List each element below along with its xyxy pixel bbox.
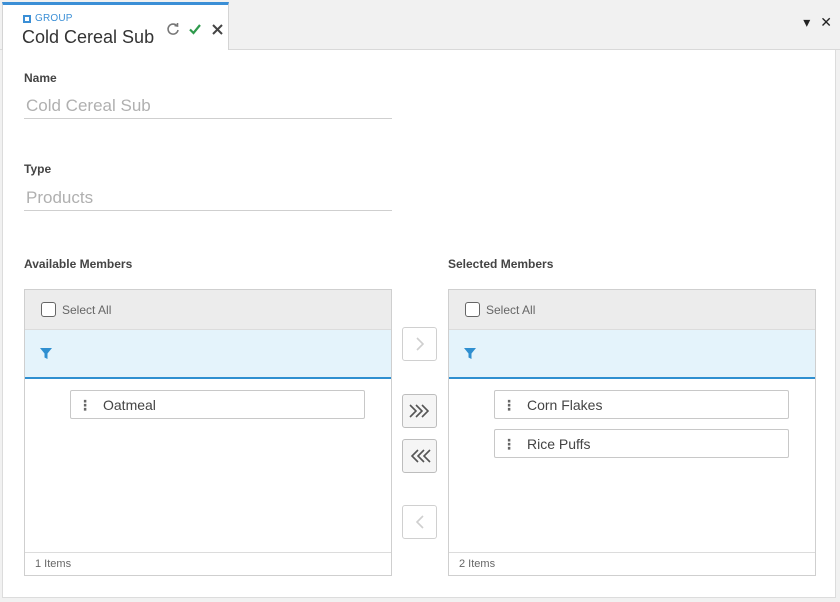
- window-controls: ▾ ✕: [803, 14, 832, 31]
- filter-icon[interactable]: [463, 347, 477, 361]
- type-field[interactable]: Products: [24, 188, 392, 211]
- move-left-button[interactable]: [402, 505, 437, 539]
- refresh-icon[interactable]: [165, 21, 181, 37]
- member-name: Rice Puffs: [527, 435, 591, 452]
- filter-icon[interactable]: [39, 347, 53, 361]
- available-members-list: Select All ⋮ Oatmeal 1 Items: [24, 289, 392, 576]
- name-field[interactable]: Cold Cereal Sub: [24, 96, 392, 119]
- member-name: Corn Flakes: [527, 396, 603, 413]
- selected-select-all-label[interactable]: Select All: [486, 303, 535, 317]
- list-item[interactable]: ⋮ Corn Flakes: [494, 390, 789, 419]
- available-list-header: Select All: [25, 290, 391, 330]
- move-right-button[interactable]: [402, 327, 437, 361]
- available-filter-row[interactable]: [25, 330, 391, 379]
- available-item-count: 1 Items: [25, 552, 391, 575]
- selected-item-count: 2 Items: [449, 552, 815, 575]
- available-members-title: Available Members: [24, 257, 133, 271]
- chevron-left-icon: [415, 515, 424, 529]
- tab-type-label: GROUP: [35, 13, 73, 24]
- member-name: Oatmeal: [103, 396, 156, 413]
- chevron-right-icon: [415, 337, 424, 351]
- close-tab-icon[interactable]: [209, 21, 225, 37]
- selected-members-list: Select All ⋮ Corn Flakes ⋮ Rice Puffs 2 …: [448, 289, 816, 576]
- drag-handle-icon[interactable]: ⋮: [495, 398, 523, 412]
- selected-members-title: Selected Members: [448, 257, 554, 271]
- close-window-icon[interactable]: ✕: [820, 14, 832, 31]
- save-check-icon[interactable]: [187, 21, 203, 37]
- drag-handle-icon[interactable]: ⋮: [71, 398, 99, 412]
- menu-dropdown-icon[interactable]: ▾: [803, 14, 810, 31]
- selected-filter-row[interactable]: [449, 330, 815, 379]
- available-select-all-label[interactable]: Select All: [62, 303, 111, 317]
- double-chevron-right-icon: [408, 404, 429, 418]
- selected-list-header: Select All: [449, 290, 815, 330]
- move-all-right-button[interactable]: [402, 394, 437, 428]
- move-all-left-button[interactable]: [402, 439, 437, 473]
- available-items-area: ⋮ Oatmeal: [25, 381, 391, 553]
- list-item[interactable]: ⋮ Oatmeal: [70, 390, 365, 419]
- tab-strip: GROUP Cold Cereal Sub ▾ ✕: [0, 0, 840, 50]
- tab-title: Cold Cereal Sub: [22, 27, 155, 47]
- double-chevron-left-icon: [410, 449, 431, 463]
- group-icon: [23, 14, 31, 23]
- selected-select-all-checkbox[interactable]: [465, 302, 480, 317]
- name-label: Name: [24, 71, 57, 85]
- tab-type: GROUP: [23, 13, 73, 24]
- type-label: Type: [24, 162, 52, 176]
- selected-items-area: ⋮ Corn Flakes ⋮ Rice Puffs: [449, 381, 815, 553]
- drag-handle-icon[interactable]: ⋮: [495, 437, 523, 451]
- list-item[interactable]: ⋮ Rice Puffs: [494, 429, 789, 458]
- available-select-all-checkbox[interactable]: [41, 302, 56, 317]
- editor-content: Name Cold Cereal Sub Type Products Avail…: [2, 50, 836, 598]
- tab-actions: [165, 21, 225, 37]
- tab-group-editor[interactable]: GROUP Cold Cereal Sub: [2, 2, 229, 50]
- group-editor-window: GROUP Cold Cereal Sub ▾ ✕ Name Cold Cere…: [0, 0, 840, 602]
